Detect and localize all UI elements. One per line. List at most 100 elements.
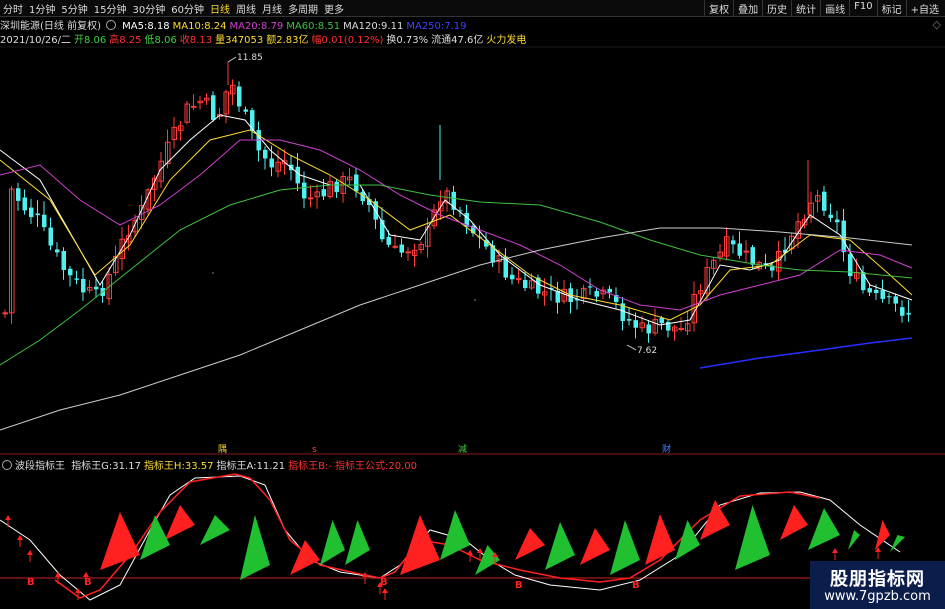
red-band <box>700 500 730 540</box>
candle-body <box>510 274 515 280</box>
candle-body <box>588 286 593 288</box>
red-band <box>580 528 610 565</box>
indicator-value: 指标王公式:20.00 <box>334 461 417 472</box>
candle-body <box>861 272 866 291</box>
candle-body <box>55 249 60 253</box>
green-band <box>140 515 170 560</box>
candle-body <box>29 207 34 218</box>
candle-body <box>48 227 53 246</box>
green-band <box>610 520 640 575</box>
candle-body <box>743 250 749 253</box>
candle-body <box>94 286 99 290</box>
red-band <box>645 514 675 565</box>
candle-body <box>61 251 66 271</box>
ma20-line <box>0 139 913 311</box>
candle-body <box>81 279 86 293</box>
watermark: 股朋指标网 www.7gpzb.com <box>810 561 945 609</box>
candle-body <box>250 110 255 132</box>
green-band <box>890 535 905 552</box>
candle-body <box>405 251 411 254</box>
indicator-value: 指标王A:11.21 <box>216 461 286 472</box>
watermark-url: www.7gpzb.com <box>824 589 931 604</box>
candle-body <box>269 158 274 168</box>
candle-body <box>523 279 528 289</box>
buy-arrow-icon <box>467 550 473 555</box>
buy-arrow-icon <box>17 535 23 540</box>
candle-body <box>68 268 73 276</box>
green-band <box>675 520 700 560</box>
red-band <box>400 515 440 575</box>
candle-body <box>880 289 885 299</box>
red-band <box>780 505 808 540</box>
high-pointer <box>227 56 237 63</box>
low-pointer <box>626 344 637 351</box>
candle-body <box>633 320 638 328</box>
event-marker: 减 <box>458 443 467 455</box>
indicator-value: 指标王B:- <box>288 461 332 472</box>
buy-arrow-icon <box>832 548 838 553</box>
indicator-settings-icon[interactable] <box>2 460 12 470</box>
high-price-label: 11.85 <box>237 53 263 63</box>
green-band <box>545 522 575 570</box>
candle-body <box>16 188 21 201</box>
candle-body <box>334 181 339 193</box>
candle-body <box>392 245 398 248</box>
candle-body <box>2 312 8 315</box>
candle-body <box>900 307 905 316</box>
candle-body <box>822 191 827 211</box>
dot <box>584 289 586 291</box>
low-price-label: 7.62 <box>637 346 657 356</box>
candle-body <box>731 240 736 245</box>
candle-body <box>835 219 840 223</box>
red-band <box>515 528 545 560</box>
indicator-info-line: 波段指标王 指标王G:31.17 指标王H:33.57 指标王A:11.21 指标王B… <box>0 457 423 472</box>
ma10-line <box>0 129 913 321</box>
candle-body <box>750 247 755 265</box>
buy-arrow-icon <box>382 588 388 593</box>
buy-arrow-icon <box>27 550 33 555</box>
candle-body <box>893 296 898 304</box>
event-marker: 隅 <box>218 444 227 455</box>
buy-signal-label: B <box>380 577 388 588</box>
candle-body <box>646 324 651 334</box>
event-marker: s <box>312 445 317 455</box>
event-marker: 财 <box>662 443 671 455</box>
buy-signal-label: B <box>84 577 92 588</box>
green-band <box>808 508 840 550</box>
candle-body <box>243 109 248 112</box>
watermark-title: 股朋指标网 <box>830 569 925 590</box>
candle-body <box>321 189 326 197</box>
candle-body <box>35 213 40 216</box>
ma120-line <box>0 227 913 431</box>
dot <box>212 272 214 274</box>
candle-body <box>386 236 391 245</box>
candle-body <box>887 296 892 298</box>
green-band <box>240 515 270 580</box>
candle-body <box>828 214 833 218</box>
candle-body <box>594 291 599 297</box>
green-band <box>345 520 370 565</box>
ma60-line <box>0 184 913 366</box>
green-band <box>735 505 770 570</box>
buy-arrow-icon <box>5 515 11 520</box>
buy-signal-label: B <box>515 580 523 591</box>
indicator-name[interactable]: 波段指标王 <box>15 461 65 472</box>
candle-body <box>263 149 268 159</box>
candle-body <box>627 319 632 321</box>
red-band <box>875 520 890 550</box>
red-band <box>290 540 320 575</box>
candle-body <box>841 220 846 253</box>
candle-body <box>42 214 47 228</box>
ma250-line <box>699 337 913 369</box>
red-band <box>100 512 140 570</box>
indicator-value: 指标王H:33.57 <box>143 461 214 472</box>
kline-chart[interactable]: 11.85 7.62 隅 s 减 财 B B B B B <box>0 0 945 609</box>
candle-body <box>22 197 27 211</box>
red-band <box>165 505 195 540</box>
candle-body <box>354 174 359 192</box>
candle-body <box>607 288 612 293</box>
buy-signal-label: B <box>27 577 35 588</box>
candle-body <box>874 289 879 294</box>
candle-body <box>237 86 242 107</box>
indicator-value: 指标王G:31.17 <box>71 461 141 472</box>
